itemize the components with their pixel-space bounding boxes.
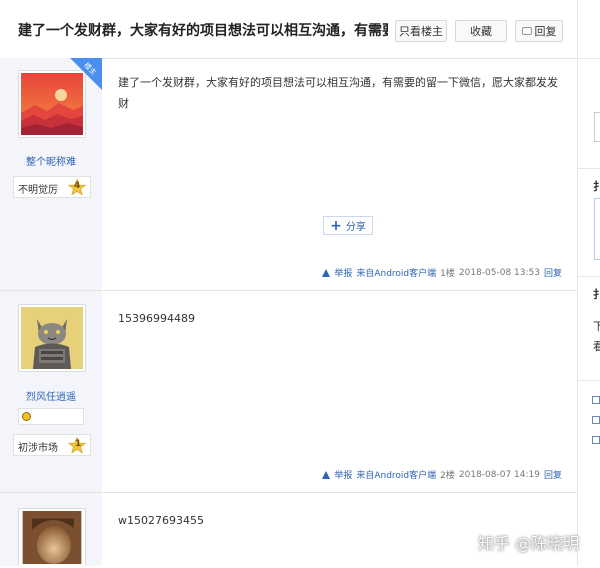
- divider: [578, 380, 600, 381]
- side-heading: 扌: [593, 288, 600, 301]
- post-time: 2018-08-07 14:19: [458, 469, 540, 480]
- divider: [578, 276, 600, 277]
- comment-icon[interactable]: [592, 416, 600, 424]
- side-panel: 扌 扌 下 看: [577, 0, 600, 566]
- comment-icon: [521, 27, 532, 35]
- warning-icon: [322, 268, 331, 277]
- avatar[interactable]: [18, 508, 86, 566]
- thread-header: 建了一个发财群，大家有好的项目想法可以相互沟通，有需要的留. 只看楼主 收藏 回…: [0, 0, 577, 59]
- post-time: 2018-05-08 13:53: [458, 267, 540, 278]
- level-name: 不明觉厉: [18, 185, 58, 196]
- thread-page: 建了一个发财群，大家有好的项目想法可以相互沟通，有需要的留. 只看楼主 收藏 回…: [0, 0, 600, 566]
- reply-button[interactable]: 回复: [515, 20, 563, 42]
- badge-bar: [18, 408, 84, 425]
- divider: [578, 58, 600, 59]
- report-link[interactable]: 举报: [334, 468, 352, 481]
- floor-number: 1楼: [440, 269, 455, 279]
- level-name: 初涉市场: [18, 443, 58, 454]
- side-text: 看: [593, 340, 600, 353]
- side-text: 下: [593, 320, 600, 333]
- badge-icon: [22, 412, 31, 421]
- favorite-button[interactable]: 收藏: [455, 20, 507, 42]
- level-number: 1: [75, 439, 82, 449]
- warning-icon: [322, 470, 331, 479]
- username[interactable]: 烈风任逍遥: [0, 388, 102, 403]
- side-box: [594, 112, 600, 142]
- post-content: 建了一个发财群，大家有好的项目想法可以相互沟通，有需要的留一下微信，愿大家都发发…: [118, 76, 558, 110]
- side-box: [594, 198, 600, 260]
- avatar[interactable]: [18, 304, 86, 372]
- plus-icon: +: [330, 217, 342, 234]
- share-label: 分享: [345, 222, 366, 233]
- client-source[interactable]: 来自Android客户端: [356, 468, 436, 481]
- op-tag: 楼主: [70, 58, 102, 90]
- post-tail: 举报 来自Android客户端 2楼 2018-08-07 14:19 回复: [322, 468, 562, 481]
- post-divider: [0, 290, 577, 291]
- report-link[interactable]: 举报: [334, 266, 352, 279]
- portrait-avatar-image: [22, 511, 82, 564]
- share-button[interactable]: + 分享: [323, 216, 373, 235]
- reply-link[interactable]: 回复: [544, 266, 562, 279]
- edit-icon[interactable]: [592, 396, 600, 404]
- reply-button-label: 回复: [534, 25, 557, 38]
- only-op-button[interactable]: 只看楼主: [395, 20, 447, 42]
- side-heading: 扌: [593, 180, 600, 193]
- reply-link[interactable]: 回复: [544, 468, 562, 481]
- divider: [578, 168, 600, 169]
- thread-title: 建了一个发财群，大家有好的项目想法可以相互沟通，有需要的留.: [18, 23, 388, 39]
- post-content: w15027693455: [118, 514, 204, 527]
- floor-number: 2楼: [440, 471, 455, 481]
- client-source[interactable]: 来自Android客户端: [356, 266, 436, 279]
- post-tail: 举报 来自Android客户端 1楼 2018-05-08 13:53 回复: [322, 266, 562, 279]
- armored-cat-avatar-image: [21, 307, 83, 369]
- delete-icon[interactable]: [592, 436, 600, 444]
- level-number: 4: [74, 181, 81, 191]
- level-badge[interactable]: 初涉市场 1: [13, 434, 91, 456]
- watermark: 知乎 @陈晓明: [478, 534, 580, 553]
- post-divider: [0, 492, 577, 493]
- level-badge[interactable]: 不明觉厉 4: [13, 176, 91, 198]
- post-content: 15396994489: [118, 312, 195, 325]
- username[interactable]: 整个昵称难: [0, 153, 102, 168]
